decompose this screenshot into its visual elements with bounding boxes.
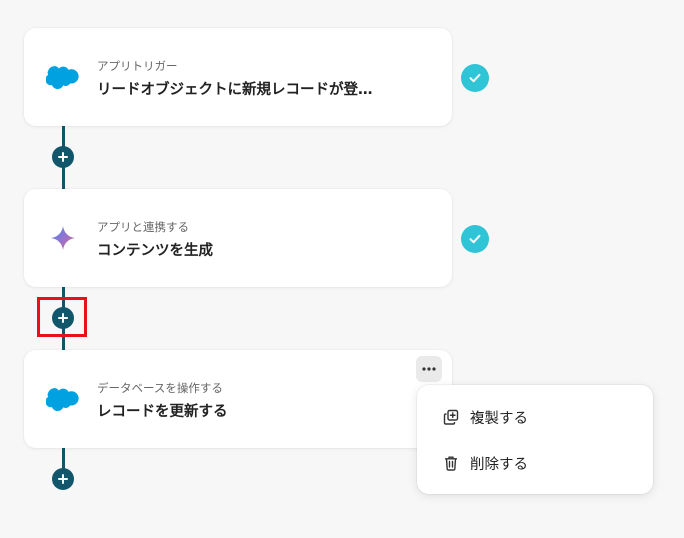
menu-item-delete[interactable]: 削除する (417, 445, 653, 481)
plus-icon (58, 152, 68, 162)
step-title: コンテンツを生成 (97, 243, 213, 259)
step-completed-check-icon (461, 225, 489, 253)
step-title: リードオブジェクトに新規レコードが登… (97, 82, 373, 98)
salesforce-cloud-icon (46, 384, 80, 414)
ellipsis-icon (422, 367, 436, 371)
step-subtitle: アプリと連携する (97, 220, 189, 234)
trash-icon (442, 454, 460, 472)
step-card-generate-content[interactable]: アプリと連携する コンテンツを生成 (24, 189, 452, 287)
add-step-button[interactable] (52, 146, 74, 168)
menu-item-label: 削除する (470, 456, 528, 473)
gemini-sparkle-icon (46, 223, 80, 253)
menu-item-label: 複製する (470, 410, 528, 427)
plus-icon (58, 474, 68, 484)
salesforce-cloud-icon (46, 62, 80, 92)
menu-item-duplicate[interactable]: 複製する (417, 399, 653, 435)
highlight-box (37, 297, 87, 337)
step-title: レコードを更新する (97, 404, 228, 420)
step-completed-check-icon (461, 64, 489, 92)
step-subtitle: アプリトリガー (97, 59, 178, 73)
step-card-trigger[interactable]: アプリトリガー リードオブジェクトに新規レコードが登… (24, 28, 452, 126)
more-options-button[interactable] (416, 356, 442, 382)
step-context-menu: 複製する 削除する (417, 385, 653, 494)
step-subtitle: データベースを操作する (97, 381, 223, 395)
duplicate-icon (442, 408, 460, 426)
add-step-button[interactable] (52, 468, 74, 490)
step-card-update-record[interactable]: データベースを操作する レコードを更新する (24, 350, 452, 448)
